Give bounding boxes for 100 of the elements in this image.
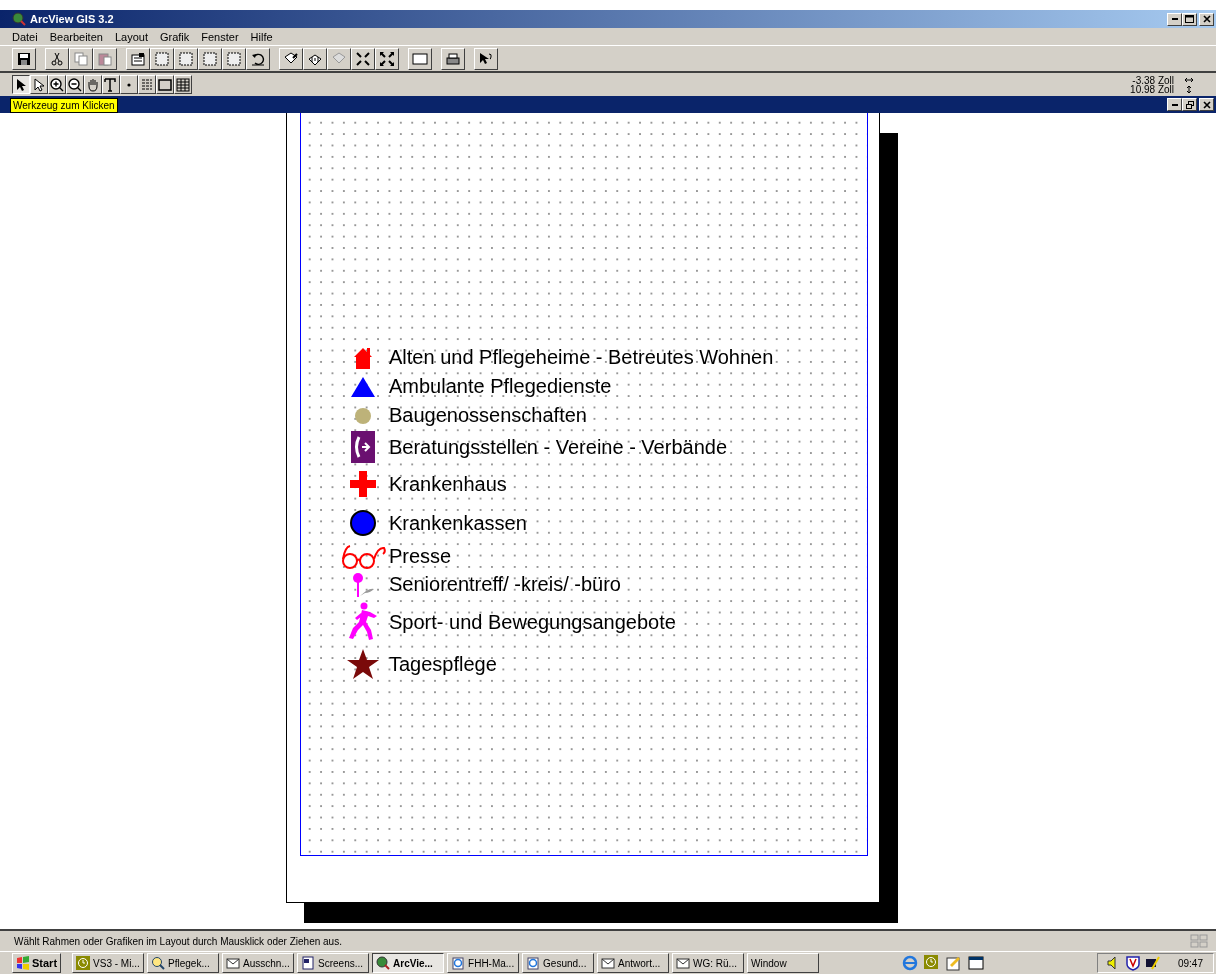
desktop-icon[interactable] [968, 955, 985, 971]
shrink-icon [355, 50, 371, 67]
taskbar-button[interactable]: ArcVie... [372, 953, 445, 973]
help-pointer-icon [478, 50, 494, 67]
browser-icon [526, 956, 541, 970]
menu-item[interactable]: Hilfe [250, 30, 273, 43]
legend-button[interactable] [138, 75, 156, 94]
expand-button[interactable] [375, 47, 399, 70]
circle-icon [349, 509, 377, 537]
menu-item[interactable]: Grafik [159, 30, 190, 43]
document-icon [301, 956, 316, 970]
close-icon [1202, 100, 1211, 109]
menu-item[interactable]: Fenster [201, 30, 239, 43]
help-pointer-button[interactable] [474, 47, 498, 70]
glasses-icon [340, 542, 386, 570]
page-button[interactable] [408, 47, 432, 70]
rectangle-button[interactable] [156, 75, 174, 94]
scissors-button[interactable] [45, 47, 69, 70]
windows-logo-icon [16, 956, 30, 970]
menu-item[interactable]: Layout [114, 30, 148, 43]
clock-icon[interactable] [924, 955, 941, 971]
minimize-icon [1171, 18, 1178, 20]
taskbar-button[interactable]: Window [747, 953, 820, 973]
frame-icon [202, 50, 218, 67]
legend-label: Beratungsstellen - Vereine - Verbände [389, 435, 727, 459]
undo-button[interactable] [246, 47, 270, 70]
actual-size-button[interactable] [303, 47, 327, 70]
zoom-button[interactable] [327, 47, 351, 70]
start-button[interactable]: Start [12, 953, 62, 973]
zoom-in-button[interactable] [48, 75, 66, 94]
hand-icon [85, 76, 101, 93]
network-icon[interactable] [1143, 955, 1160, 971]
close-button[interactable] [1199, 12, 1214, 26]
frame-button[interactable] [198, 47, 222, 70]
zoom-to-selected-button[interactable] [279, 47, 303, 70]
grid-icon [1190, 934, 1208, 948]
frame-button[interactable] [150, 47, 174, 70]
menu-item[interactable]: Bearbeiten [49, 30, 103, 43]
properties-button[interactable] [126, 47, 150, 70]
copy-button[interactable] [69, 47, 93, 70]
printer-button[interactable] [441, 47, 465, 70]
table-button[interactable] [174, 75, 192, 94]
page-icon [412, 50, 428, 67]
taskbar-button[interactable]: VS3 - Mi... [72, 953, 145, 973]
legend-icon [139, 76, 155, 93]
close-button[interactable] [1199, 98, 1214, 111]
zoom-out-button[interactable] [66, 75, 84, 94]
pointer-button[interactable] [12, 75, 30, 94]
minimize-button[interactable] [1167, 98, 1182, 111]
paste-button[interactable] [93, 47, 117, 70]
taskbar-button[interactable]: WG: Rü... [672, 953, 745, 973]
text-button[interactable] [102, 75, 120, 94]
restore-icon [1185, 100, 1194, 109]
copy-icon [73, 50, 89, 67]
notepad-icon[interactable] [946, 955, 963, 971]
frame-button[interactable] [174, 47, 198, 70]
envelope-icon [226, 956, 241, 970]
maximize-icon [1185, 15, 1194, 23]
zoom-out-icon [67, 76, 83, 93]
hollow-pointer-button[interactable] [30, 75, 48, 94]
taskbar-button[interactable]: FHH-Ma... [447, 953, 520, 973]
status-text: Wählt Rahmen oder Grafiken im Layout durch Mausklick oder Ziehen aus. [14, 935, 343, 947]
taskbar-button[interactable]: Gesund... [522, 953, 595, 973]
browser-icon[interactable] [902, 955, 919, 971]
shrink-button[interactable] [351, 47, 375, 70]
shield-icon[interactable] [1125, 955, 1140, 971]
legend-label: Krankenhaus [389, 472, 507, 496]
runner-icon [347, 602, 379, 642]
triangle-icon [350, 375, 376, 398]
taskbar-button[interactable]: Pflegek... [147, 953, 220, 973]
y-coordinate: 10.98 Zoll [1130, 84, 1174, 94]
point-icon [127, 82, 131, 87]
expand-icon [379, 50, 395, 67]
envelope-icon [601, 956, 616, 970]
tooltip: Werkzeug zum Klicken [10, 98, 118, 113]
browser-icon [451, 956, 466, 970]
legend-label: Sport- und Bewegungsangebote [389, 610, 676, 634]
globe-magnifier-icon [376, 956, 391, 970]
taskbar-button[interactable]: Antwort... [597, 953, 670, 973]
taskbar-button[interactable]: Screens... [297, 953, 370, 973]
frame-button[interactable] [222, 47, 246, 70]
maximize-button[interactable] [1182, 12, 1197, 26]
taskbar-button[interactable]: Ausschn... [222, 953, 295, 973]
point-button[interactable] [120, 75, 138, 94]
paste-icon [97, 50, 113, 67]
legend-label: Alten und Pflegeheime - Betreutes Wohnen [389, 346, 774, 369]
save-button[interactable] [12, 47, 36, 70]
menu-item[interactable]: Datei [12, 30, 38, 43]
frame-icon [226, 50, 242, 67]
house-icon [352, 345, 374, 370]
phone-icon [350, 430, 376, 464]
axis-arrows-icon [1184, 75, 1194, 94]
minimize-button[interactable] [1167, 12, 1182, 26]
rectangle-icon [157, 76, 173, 93]
window-title: ArcView GIS 3.2 [30, 13, 115, 25]
magnifier-icon [151, 956, 166, 970]
legend-label: Seniorentreff/ -kreis/ -büro [389, 573, 621, 596]
printer-icon [445, 50, 461, 67]
hand-button[interactable] [84, 75, 102, 94]
restore-button[interactable] [1182, 98, 1197, 111]
